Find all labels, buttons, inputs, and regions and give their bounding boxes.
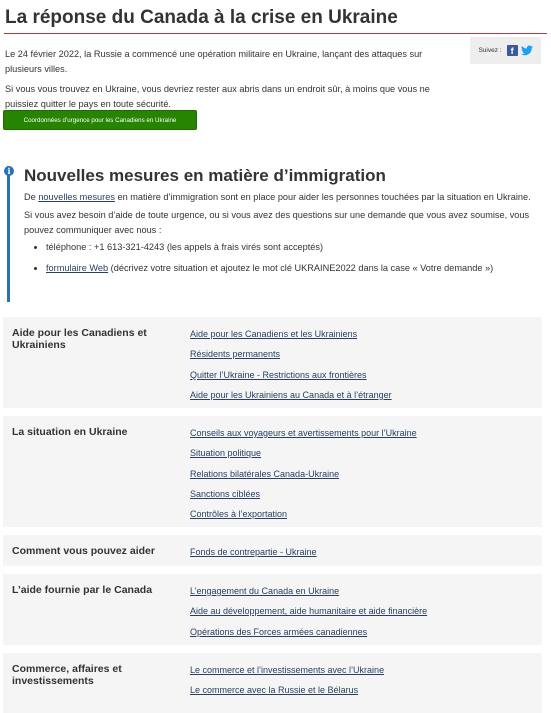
section-label: Comment vous pouvez aider <box>12 545 155 557</box>
alert-accent-bar <box>7 166 10 302</box>
intro-section: Le 24 février 2022, la Russie a commencé… <box>0 34 551 112</box>
section-link[interactable]: Quitter l’Ukraine - Restrictions aux fro… <box>190 370 367 380</box>
page-title: La réponse du Canada à la crise en Ukrai… <box>5 7 398 28</box>
facebook-icon[interactable]: f <box>506 45 518 56</box>
section-label: Aide pour les Canadiens et Ukrainiens <box>12 327 147 351</box>
section-row: Aide pour les Canadiens et Ukrainiens Ai… <box>3 317 542 408</box>
intro-paragraph-2: Si vous vous trouvez en Ukraine, vous de… <box>5 84 430 109</box>
section-link[interactable]: Relations bilatérales Canada-Ukraine <box>190 469 339 479</box>
section-label: L’aide fournie par le Canada <box>12 584 153 596</box>
section-row: Comment vous pouvez aider Fonds de contr… <box>3 527 542 566</box>
emergency-contacts-button[interactable]: Coordonnées d’urgence pour les Canadiens… <box>3 110 197 130</box>
section-link[interactable]: Résidents permanents <box>190 349 280 359</box>
phone-item: téléphone : +1 613-321-4243 (les appels … <box>46 240 549 255</box>
intro-paragraph-1: Le 24 février 2022, la Russie a commencé… <box>5 49 423 74</box>
section-row: L’aide fournie par le Canada L’engagemen… <box>3 566 542 645</box>
section-links: Fonds de contrepartie - Ukraine <box>190 547 317 567</box>
section-link[interactable]: Opérations des Forces armées canadiennes <box>190 627 367 637</box>
section-links: Conseils aux voyageurs et avertissements… <box>190 428 417 529</box>
topics-table: Aide pour les Canadiens et Ukrainiens Ai… <box>3 317 542 713</box>
share-label: Suivez : <box>478 47 502 54</box>
immigration-alert: i Nouvelles mesures en matière d’immigra… <box>4 160 549 304</box>
section-link[interactable]: L’engagement du Canada en Ukraine <box>190 586 339 596</box>
section-row: Commerce, affaires et investissements Le… <box>3 645 542 713</box>
section-links: L’engagement du Canada en Ukraine Aide a… <box>190 586 427 647</box>
web-form-item: formulaire Web (décrivez votre situation… <box>46 261 549 276</box>
section-label: Commerce, affaires et investissements <box>12 663 122 687</box>
twitter-icon[interactable] <box>520 45 533 56</box>
alert-paragraph-2: Si vous avez besoin d’aide de toute urge… <box>24 210 530 235</box>
section-links: Le commerce et l’investissements avec l’… <box>190 665 384 706</box>
web-form-suffix: (décrivez votre situation et ajoutez le … <box>108 263 494 273</box>
section-label: La situation en Ukraine <box>12 426 128 438</box>
section-link[interactable]: Situation politique <box>190 448 261 458</box>
section-link[interactable]: Conseils aux voyageurs et avertissements… <box>190 428 417 438</box>
section-link[interactable]: Aide au développement, aide humanitaire … <box>190 606 427 616</box>
section-link[interactable]: Aide pour les Ukrainiens au Canada et à … <box>190 390 392 400</box>
section-links: Aide pour les Canadiens et les Ukrainien… <box>190 329 392 410</box>
alert-p1-prefix: De <box>24 192 39 202</box>
section-link[interactable]: Le commerce et l’investissements avec l’… <box>190 665 384 675</box>
section-row: La situation en Ukraine Conseils aux voy… <box>3 408 542 527</box>
section-link[interactable]: Le commerce avec la Russie et le Bélarus <box>190 685 358 695</box>
alert-p1-suffix: en matière d’immigration sont en place p… <box>114 192 531 202</box>
share-box: Suivez : f <box>470 37 541 64</box>
section-link[interactable]: Aide pour les Canadiens et les Ukrainien… <box>190 329 357 339</box>
alert-body: De nouvelles mesures en matière d’immigr… <box>24 190 549 276</box>
contact-list: téléphone : +1 613-321-4243 (les appels … <box>24 240 549 276</box>
new-measures-link[interactable]: nouvelles mesures <box>38 192 115 202</box>
alert-title: Nouvelles mesures en matière d’immigrati… <box>24 166 386 185</box>
web-form-link[interactable]: formulaire Web <box>46 263 108 273</box>
section-link[interactable]: Contrôles à l’exportation <box>190 509 287 519</box>
section-link[interactable]: Sanctions ciblées <box>190 489 260 499</box>
info-icon: i <box>4 166 14 176</box>
section-link[interactable]: Fonds de contrepartie - Ukraine <box>190 547 317 557</box>
alert-paragraph-1: De nouvelles mesures en matière d’immigr… <box>24 190 549 205</box>
